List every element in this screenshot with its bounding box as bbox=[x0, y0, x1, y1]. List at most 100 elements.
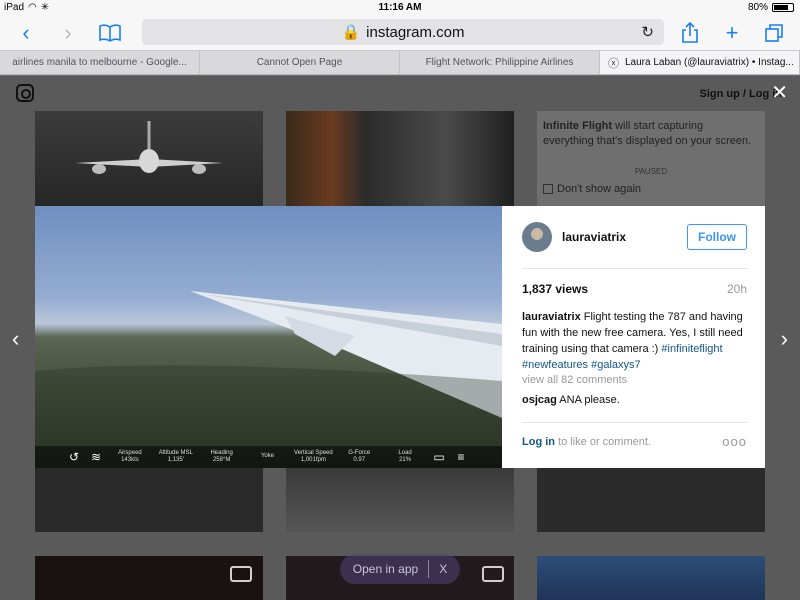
login-prompt-text: to like or comment. bbox=[555, 436, 651, 448]
hashtag[interactable]: #newfeatures bbox=[522, 359, 588, 371]
status-bar: iPad ◠ ✳ 11:16 AM 80% bbox=[0, 0, 800, 16]
dont-show-row: Don't show again bbox=[543, 183, 641, 195]
previous-post-icon[interactable]: ‹ bbox=[12, 326, 19, 352]
next-post-icon[interactable]: › bbox=[781, 326, 788, 352]
open-in-app-banner[interactable]: Open in app X bbox=[340, 554, 460, 584]
view-count: 1,837 views bbox=[522, 282, 589, 296]
hud-gforce: G-Force 0.97 bbox=[336, 450, 382, 464]
hud-load: Load 21% bbox=[382, 450, 428, 464]
grid-thumbnail[interactable] bbox=[537, 556, 765, 600]
share-icon[interactable] bbox=[676, 20, 704, 46]
checkbox bbox=[543, 184, 553, 194]
grid-thumbnail[interactable] bbox=[537, 468, 765, 532]
comment: osjcag ANA please. bbox=[522, 394, 620, 406]
ig-header: Sign up / Log in ✕ bbox=[0, 76, 800, 110]
post-details: lauraviatrix Follow 1,837 views 20h laur… bbox=[502, 206, 765, 468]
more-options-icon[interactable]: ooo bbox=[722, 434, 747, 449]
battery-percent: 80% bbox=[747, 2, 768, 13]
post-caption: lauraviatrix Flight testing the 787 and … bbox=[522, 310, 747, 374]
login-prompt: Log in to like or comment. bbox=[522, 436, 651, 448]
grid-thumbnail[interactable] bbox=[286, 111, 514, 207]
video-camera-icon bbox=[482, 566, 504, 582]
hud-value: 1,135' bbox=[167, 457, 184, 463]
hud-label: Yoke bbox=[260, 453, 275, 460]
grid-thumbnail[interactable]: Infinite Flight will start capturing eve… bbox=[537, 111, 765, 207]
video-camera-icon bbox=[230, 566, 252, 582]
instagram-page: Sign up / Log in ✕ Infinite Flight will … bbox=[0, 76, 800, 600]
hud-label: Airspeed bbox=[118, 449, 142, 456]
hud-value: 1,001fpm bbox=[300, 457, 326, 463]
forward-icon[interactable]: › bbox=[54, 20, 82, 46]
signup-link[interactable]: Sign up bbox=[699, 88, 739, 100]
grid-thumbnail[interactable] bbox=[35, 468, 263, 532]
tab-flight-network[interactable]: Flight Network: Philippine Airlines bbox=[400, 51, 600, 74]
dont-show-label: Don't show again bbox=[557, 183, 642, 195]
browser-toolbar: ‹ › 🔒 instagram.com ↻ + bbox=[0, 16, 800, 50]
comment-username[interactable]: osjcag bbox=[522, 394, 557, 406]
lock-icon: 🔒 bbox=[341, 24, 361, 41]
dismiss-banner-icon[interactable]: X bbox=[439, 562, 447, 576]
hashtag[interactable]: #galaxys7 bbox=[591, 359, 641, 371]
status-time: 11:16 AM bbox=[378, 2, 422, 13]
hud-value: 143kts bbox=[121, 457, 139, 463]
login-to-comment-link[interactable]: Log in bbox=[522, 436, 555, 448]
auth-links: Sign up / Log in bbox=[699, 88, 782, 100]
divider bbox=[522, 422, 747, 423]
tab-instagram-label: Laura Laban (@lauraviatrix) • Instag... bbox=[625, 57, 794, 68]
open-in-app-label[interactable]: Open in app bbox=[353, 562, 418, 576]
replay-icon[interactable]: ↺ bbox=[63, 450, 85, 464]
reload-icon[interactable]: ↻ bbox=[641, 23, 654, 41]
menu-icon[interactable]: ≡ bbox=[450, 450, 472, 464]
tab-cannot-open[interactable]: Cannot Open Page bbox=[200, 51, 400, 74]
new-tab-icon[interactable]: + bbox=[718, 20, 746, 46]
recording-notice: Infinite Flight will start capturing eve… bbox=[543, 119, 753, 150]
bookmarks-icon[interactable] bbox=[96, 20, 124, 46]
close-modal-icon[interactable]: ✕ bbox=[771, 80, 788, 105]
hud-label: Heading bbox=[210, 449, 233, 456]
url-text: instagram.com bbox=[366, 23, 465, 41]
divider bbox=[522, 268, 747, 269]
hud-label: Altitude MSL bbox=[158, 449, 193, 456]
post-author[interactable]: lauraviatrix bbox=[522, 222, 626, 252]
hud-label: Vertical Speed bbox=[294, 449, 333, 456]
paused-label: PAUSED bbox=[634, 167, 668, 176]
tab-bar: airlines manila to melbourne - Google...… bbox=[0, 50, 800, 75]
recording-app-name: Infinite Flight bbox=[543, 120, 613, 132]
caption-username[interactable]: lauraviatrix bbox=[522, 311, 581, 323]
follow-button[interactable]: Follow bbox=[687, 224, 747, 250]
layers-icon[interactable]: ≋ bbox=[85, 450, 107, 464]
url-bar[interactable]: 🔒 instagram.com ↻ bbox=[142, 19, 664, 45]
flight-hud: ↺ ≋ Airspeed 143kts Altitude MSL 1,135' He… bbox=[35, 446, 502, 468]
grid-thumbnail[interactable] bbox=[286, 468, 514, 532]
grid-thumbnail[interactable] bbox=[35, 556, 263, 600]
hashtag[interactable]: #infiniteflight bbox=[661, 343, 722, 355]
camera-icon[interactable]: ▭ bbox=[428, 450, 450, 464]
hud-yoke: Yoke bbox=[245, 453, 291, 460]
grid-thumbnail[interactable] bbox=[35, 111, 263, 207]
author-username[interactable]: lauraviatrix bbox=[562, 230, 626, 244]
post-modal: ↺ ≋ Airspeed 143kts Altitude MSL 1,135' He… bbox=[35, 206, 765, 468]
instagram-logo-icon[interactable] bbox=[16, 84, 34, 102]
close-tab-icon[interactable]: ⓧ bbox=[608, 55, 619, 71]
comment-text: ANA please. bbox=[556, 394, 620, 406]
hud-label: Load bbox=[398, 449, 412, 456]
hud-vertical-speed: Vertical Speed 1,001fpm bbox=[290, 450, 336, 464]
post-video[interactable]: ↺ ≋ Airspeed 143kts Altitude MSL 1,135' He… bbox=[35, 206, 502, 468]
hud-label: G-Force bbox=[348, 449, 371, 456]
hud-airspeed: Airspeed 143kts bbox=[107, 450, 153, 464]
tabs-overview-icon[interactable] bbox=[760, 20, 788, 46]
tab-instagram[interactable]: ⓧ Laura Laban (@lauraviatrix) • Instag..… bbox=[600, 51, 800, 74]
view-all-comments-link[interactable]: view all 82 comments bbox=[522, 374, 627, 386]
avatar[interactable] bbox=[522, 222, 552, 252]
hud-heading: Heading 258°M bbox=[199, 450, 245, 464]
back-icon[interactable]: ‹ bbox=[12, 20, 40, 46]
banner-separator bbox=[428, 560, 430, 578]
hud-value: 0.97 bbox=[353, 457, 366, 463]
hud-altitude: Altitude MSL 1,135' bbox=[153, 450, 199, 464]
battery-icon bbox=[772, 3, 794, 12]
tab-google[interactable]: airlines manila to melbourne - Google... bbox=[0, 51, 200, 74]
post-time: 20h bbox=[726, 282, 747, 296]
hud-value: 21% bbox=[399, 457, 412, 463]
hud-value: 258°M bbox=[212, 457, 231, 463]
auth-separator: / bbox=[742, 88, 746, 100]
